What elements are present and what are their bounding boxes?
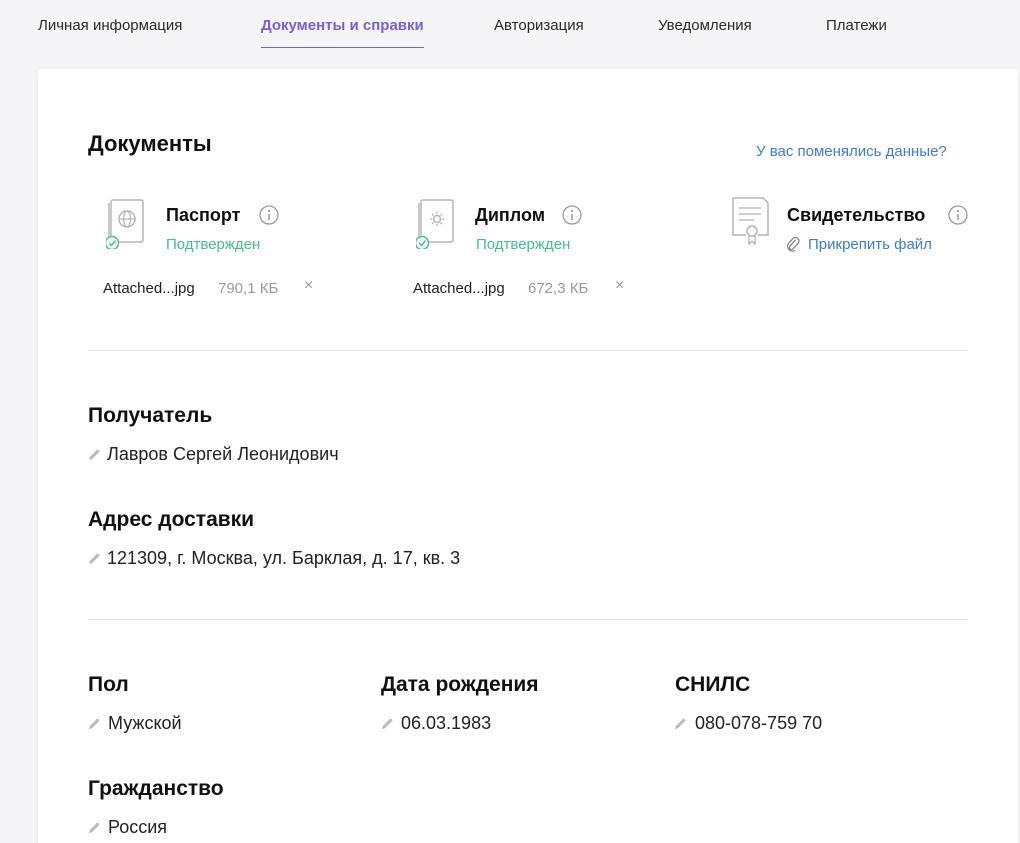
- paperclip-icon[interactable]: [786, 236, 800, 252]
- divider: [88, 350, 968, 351]
- passport-file-name[interactable]: Attached...jpg: [103, 280, 195, 297]
- tab-personal-info[interactable]: Личная информация: [38, 17, 182, 48]
- tab-notifications[interactable]: Уведомления: [658, 17, 752, 48]
- diploma-icon: [416, 199, 454, 249]
- pencil-icon[interactable]: [88, 448, 101, 461]
- diploma-file-remove-icon[interactable]: ×: [615, 278, 624, 294]
- birthdate-label: Дата рождения: [381, 673, 539, 696]
- diploma-status: Подтвержден: [476, 236, 571, 253]
- citizenship-label: Гражданство: [88, 777, 224, 800]
- diploma-title: Диплом: [475, 205, 546, 225]
- snils-label: СНИЛС: [675, 673, 751, 696]
- passport-title: Паспорт: [166, 205, 241, 225]
- address-value[interactable]: 121309, г. Москва, ул. Барклая, д. 17, к…: [107, 548, 460, 569]
- attach-file-link[interactable]: Прикрепить файл: [808, 236, 932, 253]
- birthdate-value[interactable]: 06.03.1983: [401, 713, 491, 734]
- documents-card: Документы У вас поменялись данные? Паспо…: [38, 69, 1018, 843]
- gender-value[interactable]: Мужской: [108, 713, 182, 734]
- pencil-icon[interactable]: [88, 717, 101, 730]
- info-icon[interactable]: [562, 205, 582, 225]
- citizenship-value[interactable]: Россия: [108, 817, 167, 838]
- tab-payments[interactable]: Платежи: [826, 17, 887, 48]
- tab-authorization[interactable]: Авторизация: [494, 17, 584, 48]
- info-icon[interactable]: [259, 205, 279, 225]
- pencil-icon[interactable]: [88, 821, 101, 834]
- passport-file-size: 790,1 КБ: [218, 280, 279, 297]
- recipient-label: Получатель: [88, 404, 213, 427]
- info-icon[interactable]: [948, 205, 968, 225]
- passport-icon: [106, 199, 144, 249]
- tab-bar: Личная информация Документы и справки Ав…: [0, 0, 1020, 50]
- recipient-value[interactable]: Лавров Сергей Леонидович: [107, 444, 339, 465]
- data-changed-link[interactable]: У вас поменялись данные?: [756, 143, 947, 160]
- diploma-file-name[interactable]: Attached...jpg: [413, 280, 505, 297]
- divider: [88, 619, 968, 620]
- passport-status: Подтвержден: [166, 236, 261, 253]
- documents-title: Документы: [88, 131, 212, 156]
- pencil-icon[interactable]: [674, 717, 687, 730]
- gender-label: Пол: [88, 673, 129, 696]
- address-label: Адрес доставки: [88, 508, 255, 531]
- passport-file-remove-icon[interactable]: ×: [304, 278, 313, 294]
- pencil-icon[interactable]: [381, 717, 394, 730]
- certificate-icon: [732, 197, 769, 246]
- tab-documents[interactable]: Документы и справки: [261, 17, 424, 48]
- diploma-file-size: 672,3 КБ: [528, 280, 589, 297]
- snils-value[interactable]: 080-078-759 70: [695, 713, 822, 734]
- certificate-title: Свидетельство: [787, 205, 926, 225]
- pencil-icon[interactable]: [88, 552, 101, 565]
